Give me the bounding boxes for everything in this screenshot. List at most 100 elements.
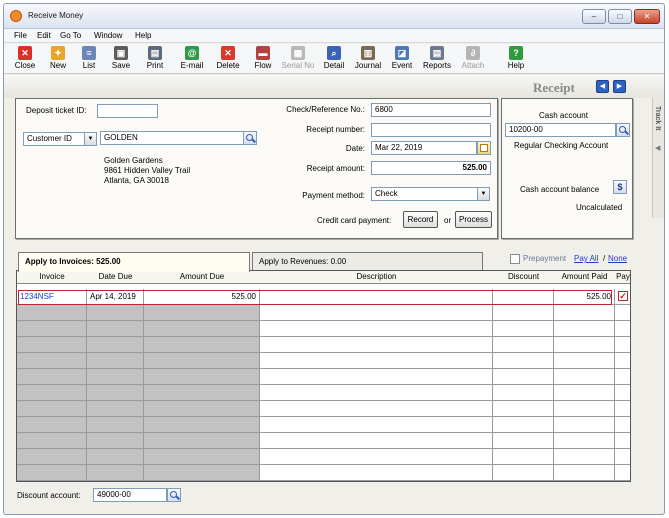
table-row[interactable] xyxy=(17,433,630,449)
cell-amount-paid[interactable] xyxy=(554,321,615,337)
cell-discount[interactable] xyxy=(493,353,554,369)
cell-discount[interactable] xyxy=(493,385,554,401)
prepayment-checkbox[interactable] xyxy=(510,254,520,264)
cash-account-lookup-button[interactable] xyxy=(616,123,630,137)
cell-pay[interactable] xyxy=(615,305,630,321)
cell-pay[interactable]: ✓ xyxy=(615,289,630,305)
cell-discount[interactable] xyxy=(493,449,554,465)
cell-amount-paid[interactable] xyxy=(554,433,615,449)
close-button[interactable]: ✕ Close xyxy=(8,46,42,73)
cell-discount[interactable] xyxy=(493,289,554,305)
table-row[interactable] xyxy=(17,369,630,385)
cell-amount-paid[interactable] xyxy=(554,369,615,385)
customer-id-input[interactable]: GOLDEN xyxy=(100,131,244,145)
cell-pay[interactable] xyxy=(615,353,630,369)
flow-button[interactable]: ▬ Flow xyxy=(246,46,280,73)
date-input[interactable]: Mar 22, 2019 xyxy=(371,141,477,155)
cell-discount[interactable] xyxy=(493,369,554,385)
calculate-balance-button[interactable]: $ xyxy=(613,180,627,194)
cell-pay[interactable] xyxy=(615,337,630,353)
serial-no-button[interactable]: ▦ Serial No xyxy=(281,46,315,73)
column-header-invoice[interactable]: Invoice xyxy=(17,272,87,281)
cell-description[interactable] xyxy=(260,289,493,305)
column-header-description[interactable]: Description xyxy=(260,272,493,281)
table-row[interactable] xyxy=(17,385,630,401)
cell-description[interactable] xyxy=(260,369,493,385)
track-it-rail[interactable]: Track It ◀ xyxy=(652,98,664,218)
customer-lookup-button[interactable] xyxy=(243,131,257,145)
menu-edit[interactable]: Edit xyxy=(37,31,51,40)
cell-description[interactable] xyxy=(260,433,493,449)
help-button[interactable]: ? Help xyxy=(499,46,533,73)
e-mail-button[interactable]: @ E-mail xyxy=(175,46,209,73)
calendar-button[interactable] xyxy=(477,141,491,155)
table-row[interactable]: 1234NSF Apr 14, 2019 525.00 525.00 ✓ xyxy=(17,289,630,305)
cell-description[interactable] xyxy=(260,385,493,401)
discount-account-input[interactable]: 49000-00 xyxy=(93,488,167,502)
cell-amount-paid[interactable] xyxy=(554,449,615,465)
close-window-button[interactable]: ✕ xyxy=(634,9,660,24)
previous-record-button[interactable]: ◀ xyxy=(596,80,609,93)
receipt-amount-input[interactable]: 525.00 xyxy=(371,161,491,175)
delete-button[interactable]: ✕ Delete xyxy=(211,46,245,73)
cell-discount[interactable] xyxy=(493,337,554,353)
cell-discount[interactable] xyxy=(493,417,554,433)
none-link[interactable]: None xyxy=(608,254,627,263)
next-record-button[interactable]: ▶ xyxy=(613,80,626,93)
menu-help[interactable]: Help xyxy=(135,31,151,40)
cell-description[interactable] xyxy=(260,401,493,417)
journal-button[interactable]: ▥ Journal xyxy=(351,46,385,73)
menu-window[interactable]: Window xyxy=(94,31,122,40)
record-button[interactable]: Record xyxy=(403,211,438,228)
tab-apply-to-revenues[interactable]: Apply to Revenues: 0.00 xyxy=(252,252,483,271)
maximize-button[interactable]: □ xyxy=(608,9,632,24)
cell-amount-paid[interactable]: 525.00 xyxy=(554,289,615,305)
cell-amount-paid[interactable] xyxy=(554,465,615,481)
column-header-amount-paid[interactable]: Amount Paid xyxy=(554,272,615,281)
cell-discount[interactable] xyxy=(493,321,554,337)
cell-amount-paid[interactable] xyxy=(554,385,615,401)
cell-description[interactable] xyxy=(260,465,493,481)
chevron-down-icon[interactable]: ▼ xyxy=(477,187,490,201)
discount-account-lookup-button[interactable] xyxy=(167,488,181,502)
pay-checkbox[interactable]: ✓ xyxy=(618,291,628,301)
column-header-pay[interactable]: Pay xyxy=(615,272,630,281)
table-row[interactable] xyxy=(17,337,630,353)
save-button[interactable]: ▣ Save xyxy=(104,46,138,73)
cell-discount[interactable] xyxy=(493,401,554,417)
column-header-date-due[interactable]: Date Due xyxy=(87,272,144,281)
process-button[interactable]: Process xyxy=(455,211,492,228)
table-row[interactable] xyxy=(17,321,630,337)
new-button[interactable]: ✦ New xyxy=(41,46,75,73)
deposit-ticket-input[interactable] xyxy=(97,104,158,118)
cell-discount[interactable] xyxy=(493,465,554,481)
menu-go-to[interactable]: Go To xyxy=(60,31,81,40)
cell-pay[interactable] xyxy=(615,465,630,481)
cell-amount-paid[interactable] xyxy=(554,305,615,321)
table-row[interactable] xyxy=(17,401,630,417)
cell-pay[interactable] xyxy=(615,385,630,401)
cell-pay[interactable] xyxy=(615,449,630,465)
cell-description[interactable] xyxy=(260,417,493,433)
cell-amount-paid[interactable] xyxy=(554,417,615,433)
chevron-left-icon[interactable]: ◀ xyxy=(655,144,660,152)
list-button[interactable]: ≡ List xyxy=(72,46,106,73)
cell-pay[interactable] xyxy=(615,417,630,433)
cell-amount-paid[interactable] xyxy=(554,337,615,353)
cell-amount-paid[interactable] xyxy=(554,353,615,369)
menu-file[interactable]: File xyxy=(14,31,27,40)
payment-method-select[interactable]: Check xyxy=(371,187,478,201)
pay-all-link[interactable]: Pay All xyxy=(574,254,598,263)
table-row[interactable] xyxy=(17,449,630,465)
cell-pay[interactable] xyxy=(615,401,630,417)
cell-pay[interactable] xyxy=(615,321,630,337)
column-header-discount[interactable]: Discount xyxy=(493,272,554,281)
cell-amount-paid[interactable] xyxy=(554,401,615,417)
cell-pay[interactable] xyxy=(615,369,630,385)
reports-button[interactable]: ▤ Reports xyxy=(420,46,454,73)
attach-button[interactable]: ∂ Attach xyxy=(456,46,490,73)
cell-discount[interactable] xyxy=(493,305,554,321)
cell-description[interactable] xyxy=(260,449,493,465)
print-button[interactable]: ▤ Print xyxy=(138,46,172,73)
tab-apply-to-invoices[interactable]: Apply to Invoices: 525.00 xyxy=(18,252,250,272)
